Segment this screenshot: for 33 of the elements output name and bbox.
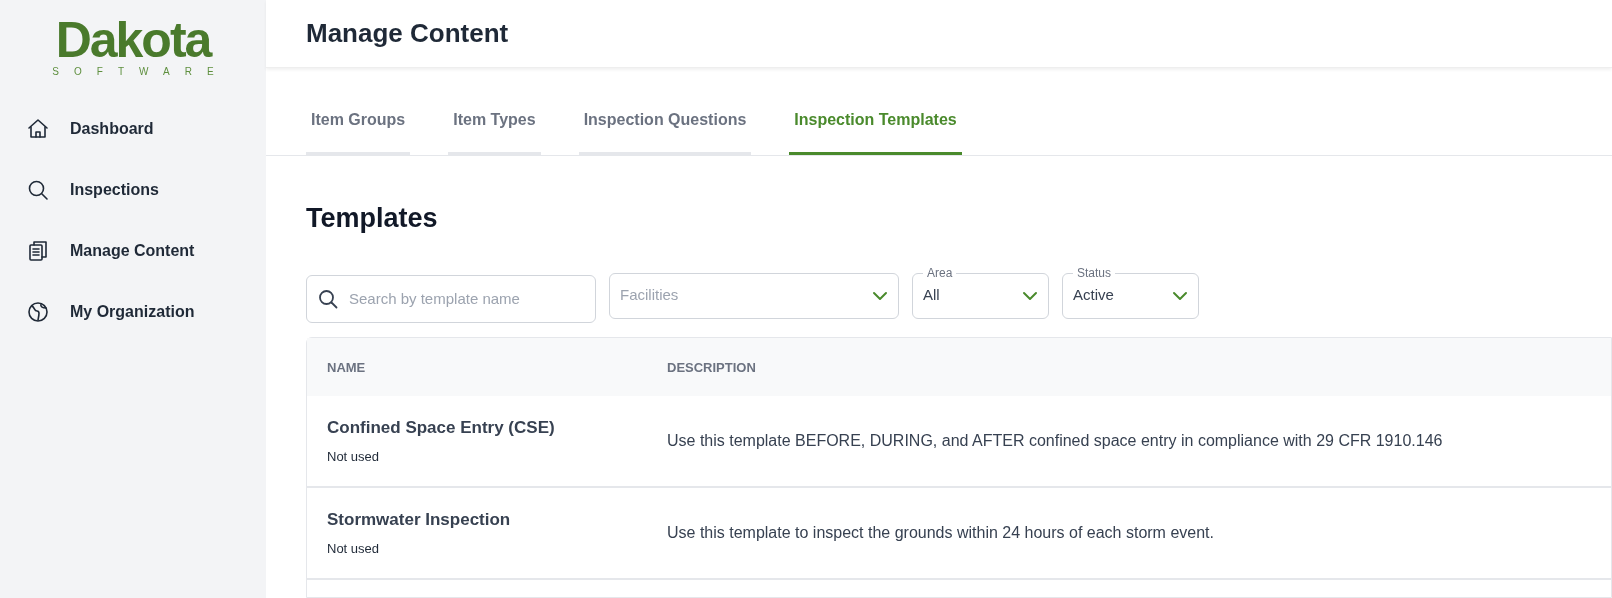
page-title: Manage Content (306, 17, 509, 50)
tab[interactable]: Item Types (448, 108, 541, 155)
chevron-down-icon (1022, 290, 1038, 301)
tab[interactable]: Item Groups (306, 108, 411, 155)
template-name: Confined Space Entry (CSE) (327, 417, 556, 439)
logo-tagline: SOFTWARE (51, 66, 229, 78)
template-name: Stormwater Inspection (327, 509, 512, 531)
sidebar-item[interactable]: Inspections (0, 159, 266, 220)
column-header: DESCRIPTION (667, 359, 756, 375)
usage-status: Not used (327, 447, 381, 466)
dropdown-value: All (923, 285, 940, 306)
section-title: Templates (305, 202, 439, 235)
table-row[interactable]: Confined Space Entry (CSE) Not used Use this template BEFORE, DURING, and AFTER confined space entry in compliance with 29 CFR 1910.146 (307, 395, 1611, 488)
template-description: Use this template to inspect the grounds within 24 hours of each storm event. (667, 523, 1214, 541)
chevron-down-icon (872, 290, 888, 301)
clipboard-icon (26, 238, 50, 263)
search-icon (318, 288, 338, 309)
tab[interactable]: Inspection Templates (789, 108, 962, 155)
column-header: NAME (327, 359, 366, 375)
dropdown-placeholder: Facilities (620, 285, 679, 306)
table-row[interactable]: Stormwater Inspection Not used Use this template to inspect the grounds within 24 hours of each storm event. (307, 487, 1611, 580)
home-icon (26, 116, 50, 141)
template-description: Use this template BEFORE, DURING, and AFTER confined space entry in compliance with 29 CFR 1910.146 (667, 431, 1443, 449)
search-field[interactable]: Search by template name (306, 274, 596, 323)
sidebar-item[interactable]: My Organization (0, 281, 266, 342)
logo: Dakota (55, 14, 211, 66)
sidebar-item[interactable]: Dashboard (0, 98, 266, 159)
chevron-down-icon (1172, 290, 1188, 301)
tab[interactable]: Inspection Questions (578, 108, 752, 155)
dropdown-value: Active (1073, 285, 1114, 306)
usage-status: Not used (327, 539, 381, 558)
globe-icon (26, 299, 50, 324)
sidebar-item[interactable]: Manage Content (0, 220, 266, 281)
